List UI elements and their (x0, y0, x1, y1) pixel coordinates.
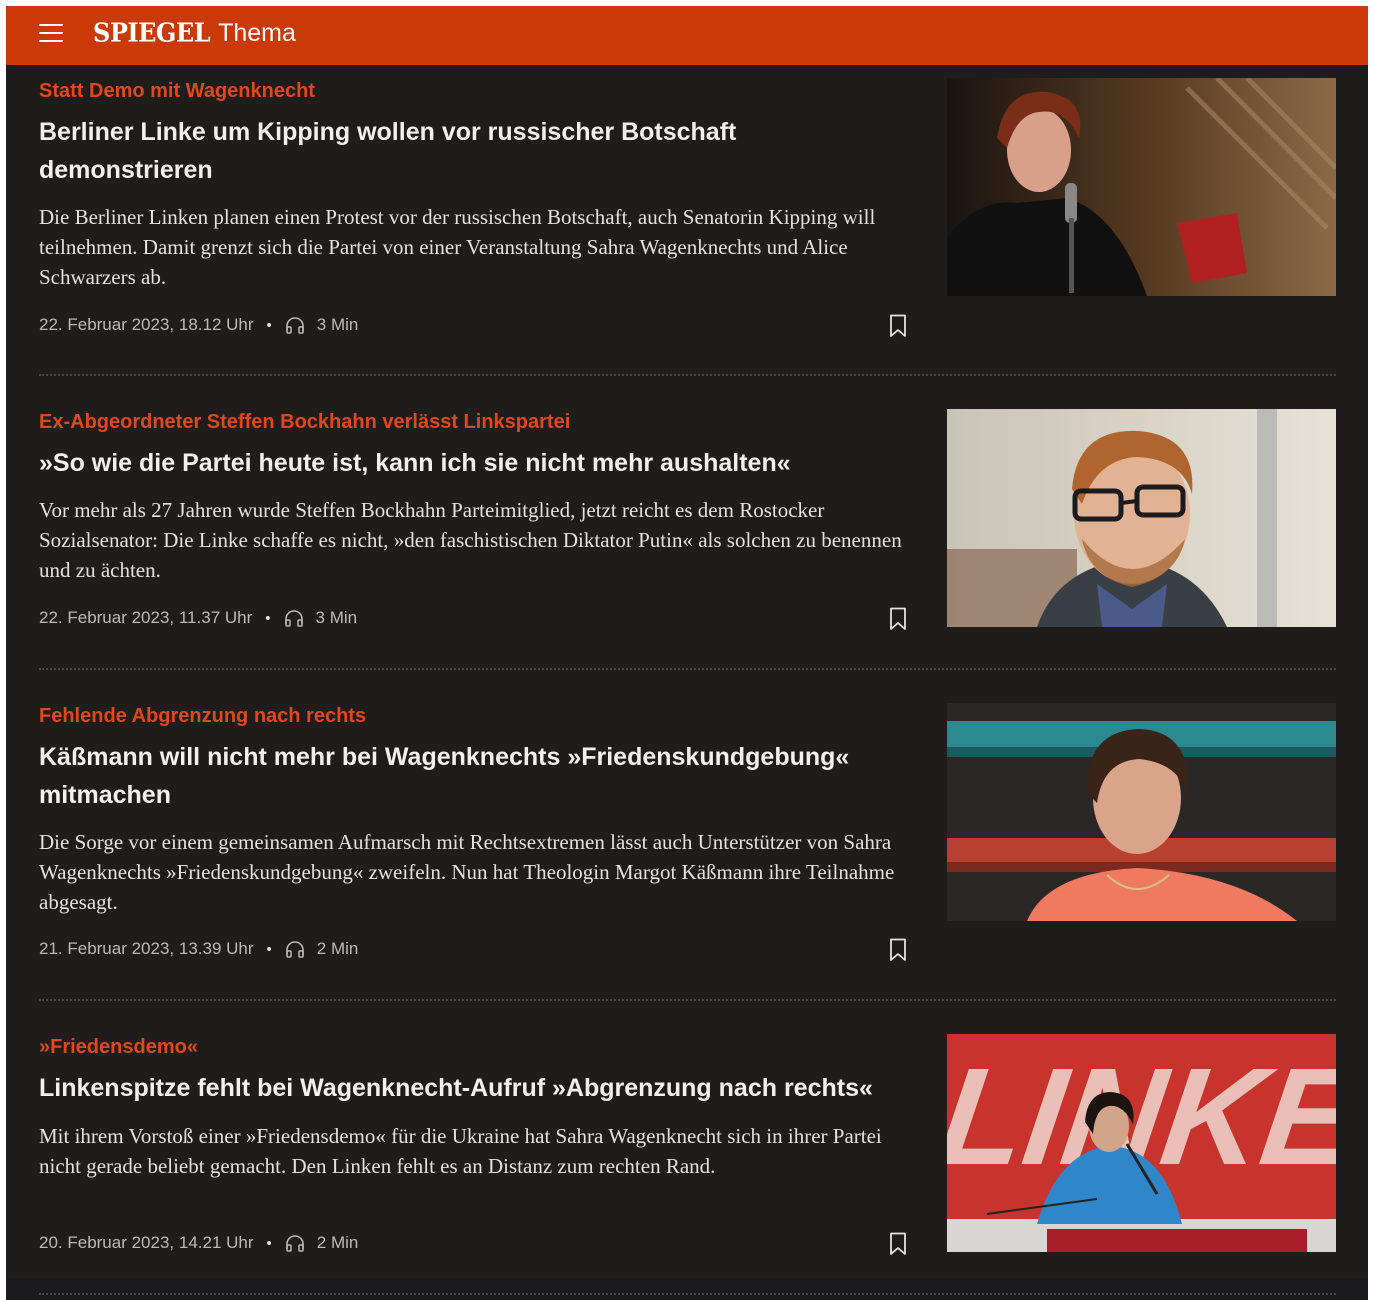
article-meta: 20. Februar 2023, 14.21 Uhr • 2 Min (39, 1233, 358, 1253)
article-image[interactable]: LINKE. (947, 1034, 1336, 1252)
article-divider (39, 1293, 1336, 1295)
meta-separator: • (266, 1234, 272, 1252)
article-teaser-text: Mit ihrem Vorstoß einer »Friedensdemo« f… (39, 1124, 882, 1178)
article-headline[interactable]: Linkenspitze fehlt bei Wagenknecht-Aufru… (39, 1069, 899, 1107)
article-teaser[interactable]: »Friedensdemo« Linkenspitze fehlt bei Wa… (6, 6, 1368, 1278)
headphones-icon[interactable] (285, 1234, 305, 1252)
article-kicker[interactable]: »Friedensdemo« (39, 1036, 198, 1059)
bookmark-icon[interactable] (889, 1232, 907, 1256)
page: SPIEGEL Thema Statt Demo mit Wagenknecht… (6, 6, 1368, 1300)
article-date: 20. Februar 2023, 14.21 Uhr (39, 1233, 254, 1252)
article-read-time: 2 Min (316, 1233, 359, 1252)
bottom-strip (6, 1278, 1368, 1300)
